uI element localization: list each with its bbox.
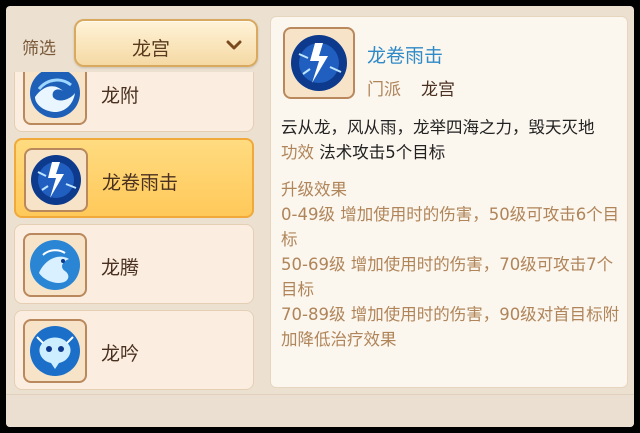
skill-detail-panel: 龙卷雨击 门派 龙宫 云从龙，风从雨，龙举四海之力，毁天灭地 功效 法术攻击5个… xyxy=(270,16,628,388)
upgrade-line: 50-69级 增加使用时的伤害，70级可攻击7个目标 xyxy=(281,255,614,299)
sect-label: 门派 xyxy=(367,80,401,100)
sect-filter-dropdown[interactable]: 龙宫 xyxy=(74,19,258,67)
filter-selected-value: 龙宫 xyxy=(131,38,170,60)
effect-label: 功效 xyxy=(281,143,314,162)
effect-row: 功效 法术攻击5个目标 xyxy=(281,140,625,165)
bottom-bar xyxy=(6,394,634,427)
dragon-head-icon xyxy=(23,319,87,383)
skill-name: 龙卷雨击 xyxy=(102,172,179,194)
skill-name: 龙腾 xyxy=(101,257,140,279)
skill-item-longteng[interactable]: 龙腾 xyxy=(14,224,254,304)
filter-label: 筛选 xyxy=(22,39,56,59)
lightning-storm-icon xyxy=(24,148,88,212)
chevron-down-icon xyxy=(226,40,242,50)
upgrade-title: 升级效果 xyxy=(281,180,347,199)
skill-description: 云从龙，风从雨，龙举四海之力，毁天灭地 xyxy=(281,118,595,137)
skill-name: 龙附 xyxy=(101,85,140,107)
skill-item-longyin[interactable]: 龙吟 xyxy=(14,310,254,390)
lightning-storm-icon xyxy=(283,27,355,99)
skill-window: 筛选 龙宫 龙附 龙卷雨击 龙腾 龙吟 龙卷雨击 门派 龙宫 云从龙，风从雨，龙… xyxy=(6,6,634,427)
wave-icon xyxy=(23,72,87,125)
skill-name: 龙吟 xyxy=(101,343,140,365)
skill-list[interactable]: 龙附 龙卷雨击 龙腾 龙吟 xyxy=(10,72,258,390)
skill-title: 龙卷雨击 xyxy=(367,45,444,67)
sect-value: 龙宫 xyxy=(421,80,455,100)
skill-item-longjuanyuji[interactable]: 龙卷雨击 xyxy=(14,138,254,218)
upgrade-line: 0-49级 增加使用时的伤害，50级可攻击6个目标 xyxy=(281,205,620,249)
skill-description-scroll[interactable]: 云从龙，风从雨，龙举四海之力，毁天灭地 功效 法术攻击5个目标 升级效果 0-4… xyxy=(281,115,625,352)
skill-item-longfu[interactable]: 龙附 xyxy=(14,72,254,132)
effect-value: 法术攻击5个目标 xyxy=(319,143,446,162)
upgrade-line: 70-89级 增加使用时的伤害，90级对首目标附加降低治疗效果 xyxy=(281,305,620,349)
dragon-icon xyxy=(23,233,87,297)
